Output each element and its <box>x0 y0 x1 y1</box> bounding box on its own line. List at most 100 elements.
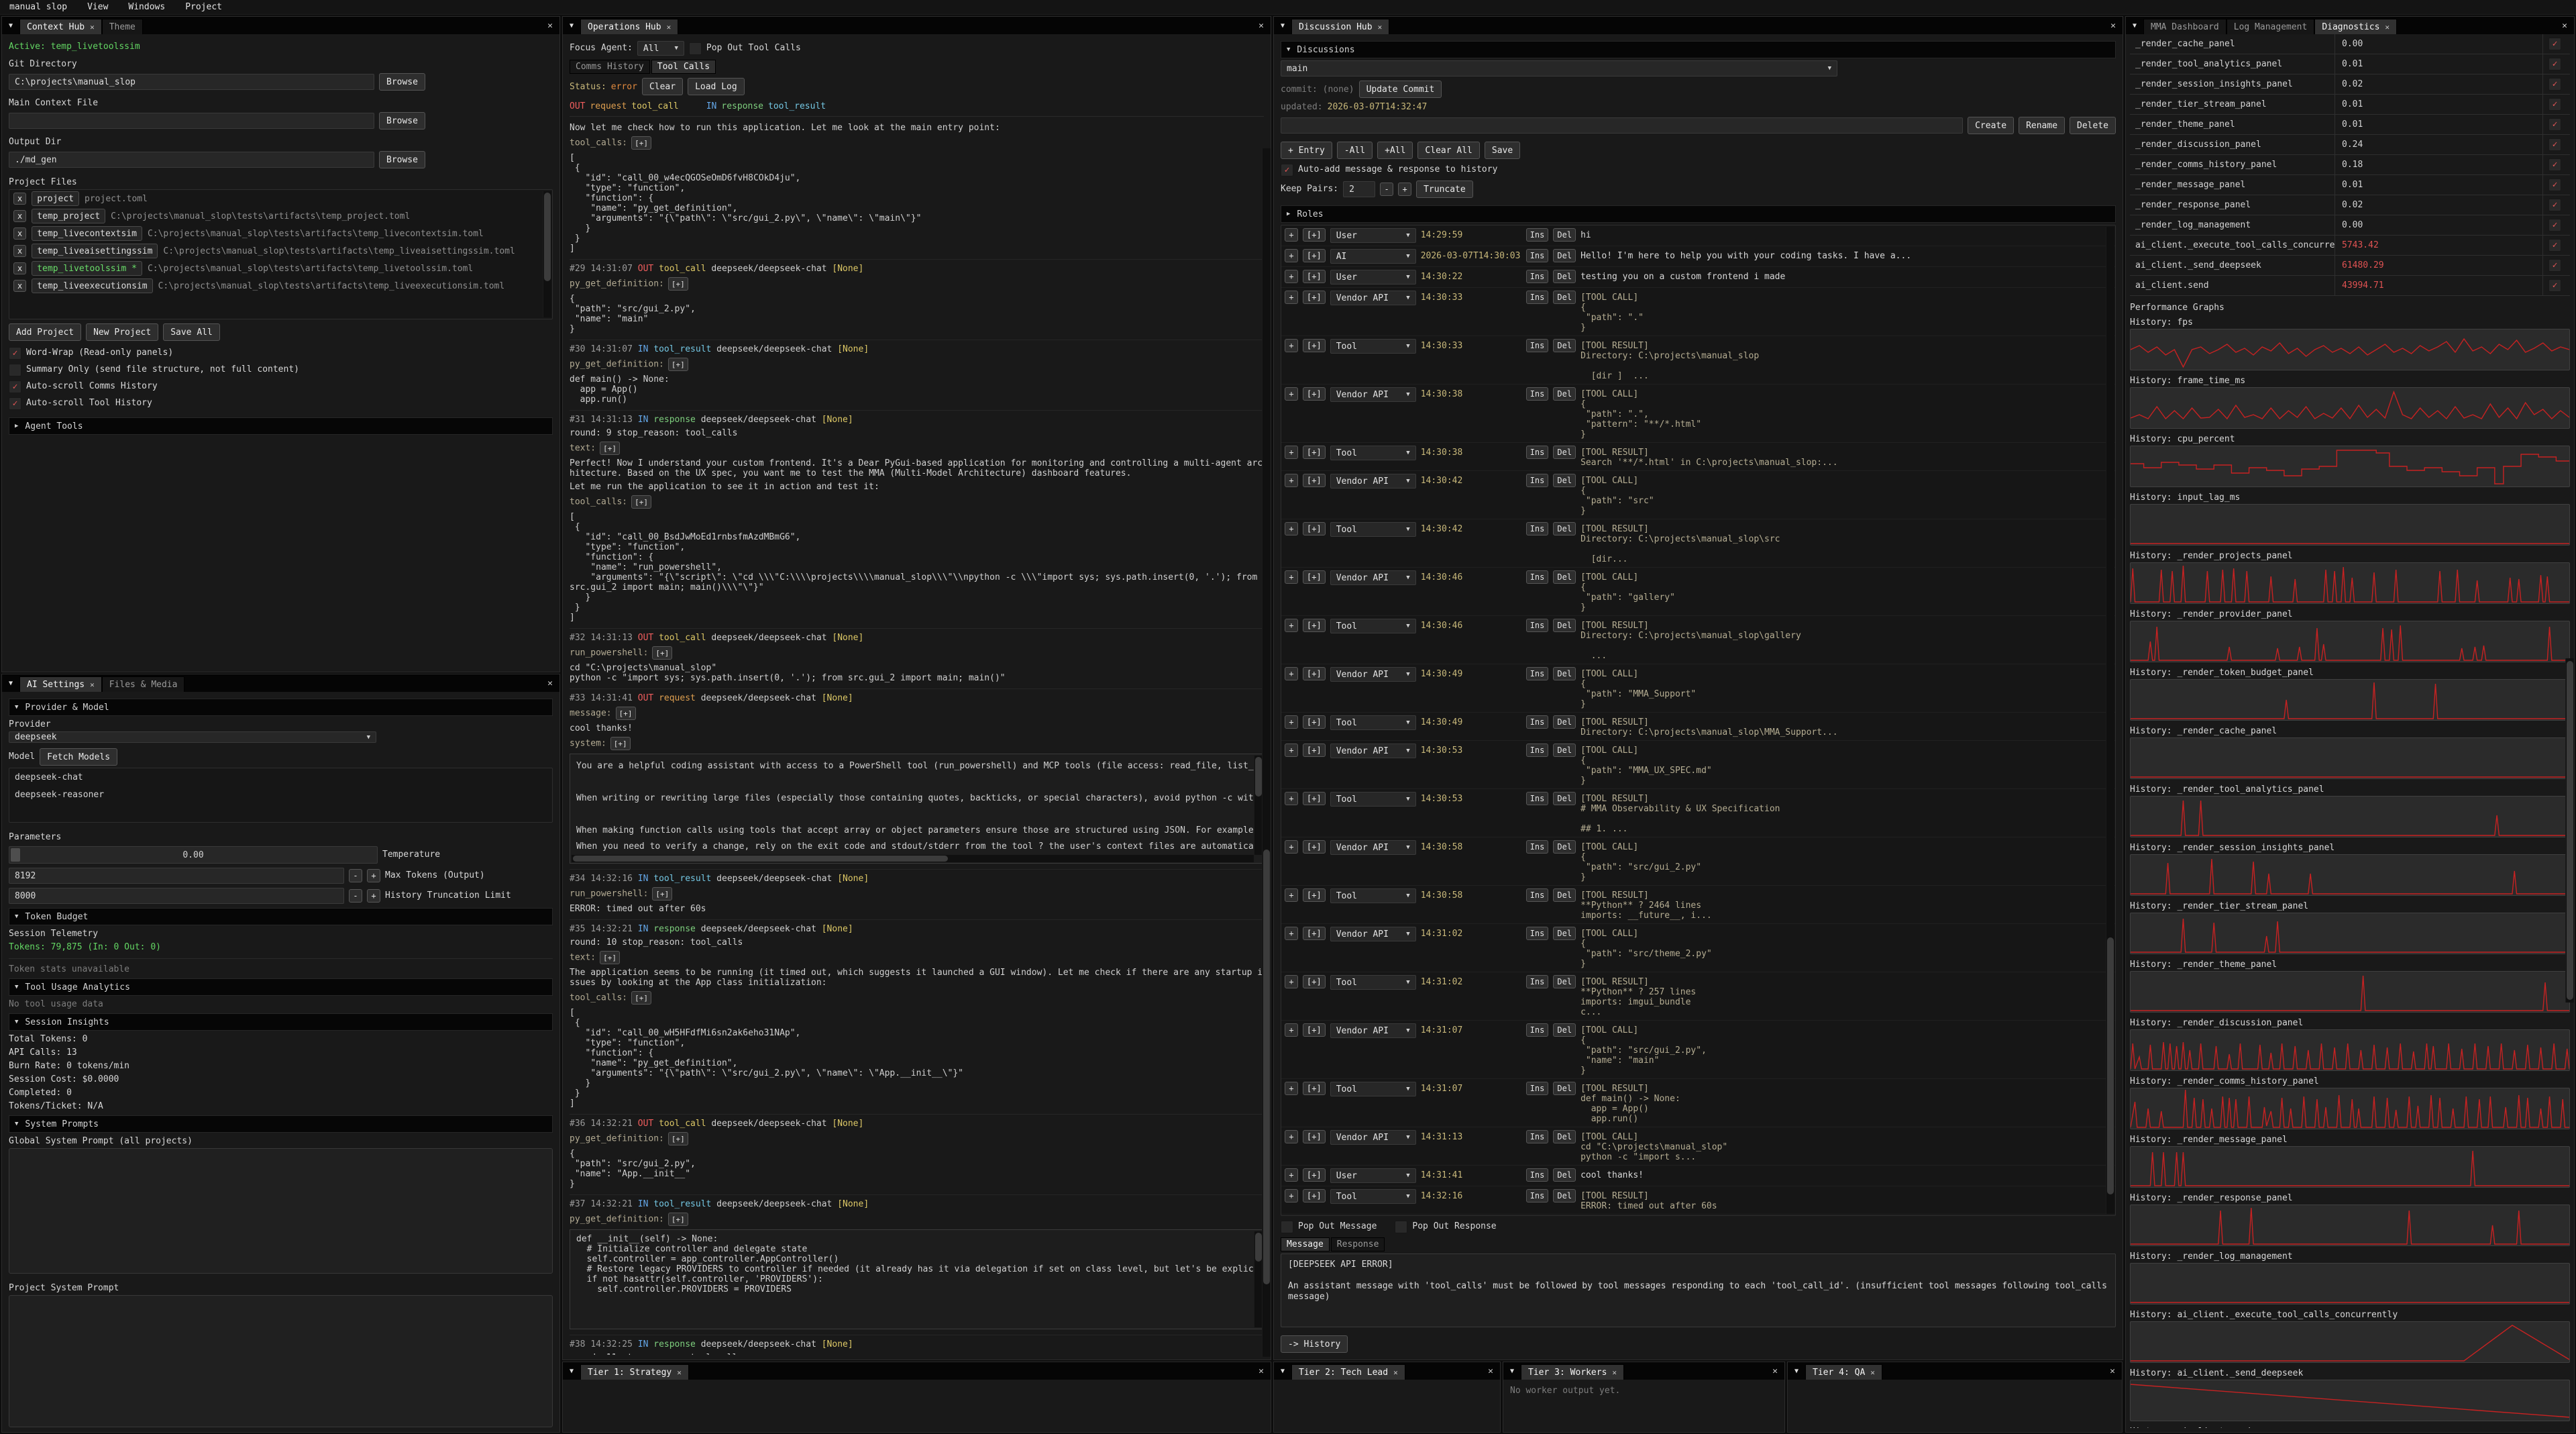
close-icon[interactable]: ✕ <box>541 17 559 34</box>
entry-expand-button[interactable]: [+] <box>1303 1168 1326 1182</box>
collapse-icon[interactable]: ▼ <box>2 17 19 34</box>
entry-expand-button[interactable]: [+] <box>1303 1130 1326 1143</box>
entry-add-button[interactable]: + <box>1285 667 1298 680</box>
expand-button[interactable]: [+] <box>610 737 631 750</box>
menu-item[interactable]: View <box>87 2 108 12</box>
entry-expand-button[interactable]: [+] <box>1303 446 1326 459</box>
discussion-entry-row[interactable]: + [+] Vendor API ▼ 14:30:46 Ins Del [TOO… <box>1281 568 2115 616</box>
entry-insert-button[interactable]: Ins <box>1526 927 1549 940</box>
keep-pairs-plus-button[interactable]: + <box>1398 183 1411 196</box>
entry-insert-button[interactable]: Ins <box>1526 474 1549 487</box>
entry-delete-button[interactable]: Del <box>1553 474 1576 487</box>
tab-tier4-qa[interactable]: Tier 4: QA✕ <box>1805 1364 1882 1380</box>
project-file-row[interactable]: x temp_liveexecutionsim C:\projects\manu… <box>9 277 552 295</box>
tab-context-hub[interactable]: Context Hub✕ <box>19 19 102 34</box>
checkbox[interactable]: ✓ <box>9 380 21 393</box>
diagnostic-checkbox[interactable]: ✓ <box>2548 178 2561 191</box>
temperature-slider[interactable]: 0.00 <box>9 846 378 864</box>
tab-discussion-hub[interactable]: Discussion Hub✕ <box>1291 19 1389 34</box>
discussion-entries-list[interactable]: + [+] User ▼ 14:29:59 Ins Del hi + [+] <box>1281 225 2116 1216</box>
entry-insert-button[interactable]: Ins <box>1526 249 1549 262</box>
pop-out-tool-calls-checkbox[interactable] <box>689 42 702 55</box>
entry-insert-button[interactable]: Ins <box>1526 228 1549 242</box>
entry-add-button[interactable]: + <box>1285 975 1298 988</box>
close-icon[interactable]: ✕ <box>1766 1362 1784 1380</box>
entry-insert-button[interactable]: Ins <box>1526 291 1549 304</box>
discussions-header[interactable]: ▼ Discussions <box>1281 41 2116 58</box>
tab-response[interactable]: Response <box>1331 1237 1385 1251</box>
diagnostic-checkbox[interactable]: ✓ <box>2548 58 2561 70</box>
entry-delete-button[interactable]: Del <box>1553 667 1576 680</box>
diagnostics-scrollbar[interactable] <box>2565 658 2574 1003</box>
entry-role-select[interactable]: Vendor API ▼ <box>1330 474 1416 489</box>
discussion-select[interactable]: main ▼ <box>1281 60 1837 76</box>
entry-expand-button[interactable]: [+] <box>1303 228 1326 242</box>
discussion-entry-row[interactable]: + [+] Vendor API ▼ 14:31:07 Ins Del [TOO… <box>1281 1021 2115 1079</box>
expand-button[interactable]: [+] <box>668 358 688 371</box>
discussion-entry-row[interactable]: + [+] Vendor API ▼ 14:30:58 Ins Del [TOO… <box>1281 837 2115 886</box>
discussion-entry-row[interactable]: + [+] Vendor API ▼ 14:32:21 Ins Del [TOO… <box>1281 1215 2115 1216</box>
max-tokens-input[interactable]: 8192 <box>9 868 344 884</box>
close-icon[interactable]: ✕ <box>667 23 672 32</box>
entry-role-select[interactable]: User ▼ <box>1330 1168 1416 1183</box>
roles-header[interactable]: ▶ Roles <box>1281 205 2116 223</box>
tab-log-management[interactable]: Log Management <box>2226 19 2315 34</box>
global-prompt-textarea[interactable] <box>9 1148 553 1274</box>
entry-expand-button[interactable]: [+] <box>1303 339 1326 352</box>
diagnostic-checkbox[interactable]: ✓ <box>2548 138 2561 151</box>
entry-add-button[interactable]: + <box>1285 228 1298 242</box>
tab-comms-history[interactable]: Comms History <box>570 60 650 74</box>
project-file-row[interactable]: x temp_project C:\projects\manual_slop\t… <box>9 207 552 225</box>
entry-insert-button[interactable]: Ins <box>1526 446 1549 459</box>
discussion-entry-row[interactable]: + [+] Vendor API ▼ 14:30:53 Ins Del [TOO… <box>1281 741 2115 789</box>
entry-add-button[interactable]: + <box>1285 1023 1298 1037</box>
expand-button[interactable]: [+] <box>668 277 688 291</box>
collapse-icon[interactable]: ▼ <box>1274 17 1291 34</box>
entry-role-select[interactable]: Tool ▼ <box>1330 1189 1416 1204</box>
entry-add-button[interactable]: + <box>1285 387 1298 401</box>
discussion-entry-row[interactable]: + [+] Vendor API ▼ 14:31:02 Ins Del [TOO… <box>1281 924 2115 972</box>
discussion-entry-row[interactable]: + [+] Vendor API ▼ 14:30:38 Ins Del [TOO… <box>1281 385 2115 443</box>
close-icon[interactable]: ✕ <box>2555 17 2574 34</box>
collapse-icon[interactable]: ▼ <box>1503 1362 1521 1380</box>
project-file-tag[interactable]: temp_livecontextsim <box>32 226 142 241</box>
discussion-entry-row[interactable]: + [+] Tool ▼ 14:30:46 Ins Del [TOOL RESU… <box>1281 616 2115 664</box>
entry-insert-button[interactable]: Ins <box>1526 1023 1549 1037</box>
discussion-entry-row[interactable]: + [+] Tool ▼ 14:30:58 Ins Del [TOOL RESU… <box>1281 886 2115 924</box>
entry-insert-button[interactable]: Ins <box>1526 339 1549 352</box>
remove-file-button[interactable]: x <box>13 210 26 222</box>
entry-role-select[interactable]: Tool ▼ <box>1330 339 1416 354</box>
pop-out-response-checkbox[interactable] <box>1395 1221 1407 1233</box>
entry-role-select[interactable]: Tool ▼ <box>1330 792 1416 807</box>
init-code-box[interactable]: def __init__(self) -> None: # Initialize… <box>570 1229 1264 1329</box>
close-icon[interactable]: ✕ <box>541 674 559 692</box>
discussion-entry-row[interactable]: + [+] AI ▼ 2026-03-07T14:30:03 Ins Del H… <box>1281 246 2115 267</box>
close-icon[interactable]: ✕ <box>2104 17 2123 34</box>
diagnostic-checkbox[interactable]: ✓ <box>2548 219 2561 232</box>
diagnostic-checkbox[interactable]: ✓ <box>2548 38 2561 50</box>
entry-expand-button[interactable]: [+] <box>1303 792 1326 805</box>
tab-tier1-strategy[interactable]: Tier 1: Strategy✕ <box>580 1364 689 1380</box>
entry-insert-button[interactable]: Ins <box>1526 975 1549 988</box>
entry-delete-button[interactable]: Del <box>1553 570 1576 584</box>
entry-expand-button[interactable]: [+] <box>1303 522 1326 535</box>
entry-action-button[interactable]: Clear All <box>1417 142 1479 159</box>
diagnostic-checkbox[interactable]: ✓ <box>2548 98 2561 111</box>
remove-file-button[interactable]: x <box>13 280 26 292</box>
entry-delete-button[interactable]: Del <box>1553 228 1576 242</box>
entry-delete-button[interactable]: Del <box>1553 270 1576 283</box>
expand-button[interactable]: [+] <box>631 495 651 509</box>
fetch-models-button[interactable]: Fetch Models <box>40 748 117 766</box>
remove-file-button[interactable]: x <box>13 245 26 257</box>
entry-add-button[interactable]: + <box>1285 570 1298 584</box>
entry-insert-button[interactable]: Ins <box>1526 270 1549 283</box>
entry-role-select[interactable]: Vendor API ▼ <box>1330 927 1416 941</box>
entries-scrollbar[interactable] <box>2106 227 2114 1214</box>
entry-role-select[interactable]: Tool ▼ <box>1330 715 1416 730</box>
collapse-icon[interactable]: ▼ <box>563 1362 580 1380</box>
discussion-entry-row[interactable]: + [+] Vendor API ▼ 14:31:13 Ins Del [TOO… <box>1281 1127 2115 1166</box>
discussion-entry-row[interactable]: + [+] Vendor API ▼ 14:30:42 Ins Del [TOO… <box>1281 471 2115 519</box>
entry-expand-button[interactable]: [+] <box>1303 291 1326 304</box>
discussion-entry-row[interactable]: + [+] Tool ▼ 14:30:38 Ins Del [TOOL RESU… <box>1281 443 2115 471</box>
entry-insert-button[interactable]: Ins <box>1526 387 1549 401</box>
